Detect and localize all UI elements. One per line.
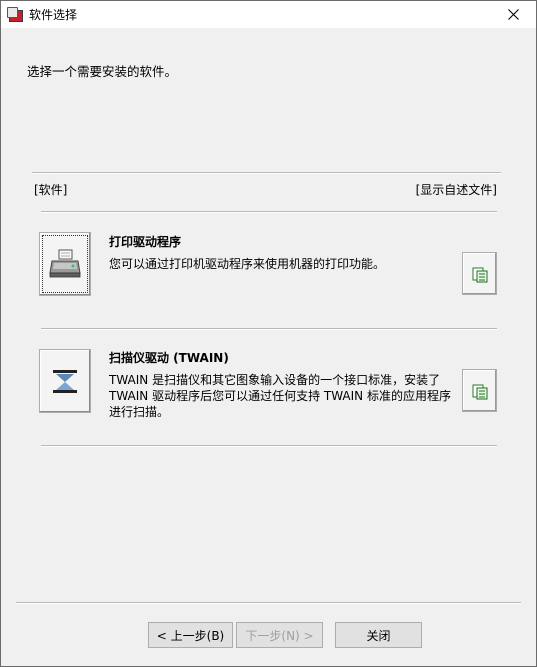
show-readme-header[interactable]: [显示自述文件]	[416, 181, 497, 198]
scanner-driver-description: TWAIN 是扫描仪和其它图象输入设备的一个接口标准，安装了 TWAIN 驱动程…	[109, 373, 451, 419]
divider	[32, 172, 501, 174]
printer-driver-description: 您可以通过打印机驱动程序来使用机器的打印功能。	[109, 257, 386, 271]
footer-divider	[16, 602, 521, 604]
app-icon	[7, 6, 23, 23]
close-icon	[507, 9, 519, 20]
scanner-driver-title: 扫描仪驱动 (TWAIN)	[109, 351, 229, 365]
printer-icon	[49, 249, 81, 278]
instruction-text: 选择一个需要安装的软件。	[27, 64, 178, 79]
printer-driver-title: 打印驱动程序	[109, 235, 182, 249]
title-bar: 软件选择	[1, 1, 536, 28]
next-button[interactable]: 下一步(N) >	[236, 622, 323, 648]
install-printer-driver-button[interactable]	[39, 232, 91, 296]
software-selection-window: 软件选择 选择一个需要安装的软件。 [软件] [显示自述文件] 打印驱动程序 您…	[0, 0, 537, 667]
software-column-header: [软件]	[34, 183, 68, 197]
window-title: 软件选择	[29, 8, 78, 22]
printer-driver-readme-button[interactable]	[462, 252, 497, 295]
scanner-driver-readme-button[interactable]	[462, 369, 497, 412]
divider	[41, 211, 497, 213]
divider	[41, 328, 497, 330]
close-button[interactable]: 关闭	[335, 622, 422, 648]
install-scanner-driver-button[interactable]	[39, 349, 91, 413]
document-icon	[472, 384, 487, 399]
document-icon	[472, 267, 487, 282]
back-button[interactable]: < 上一步(B)	[148, 622, 233, 648]
close-window-button[interactable]	[490, 1, 536, 28]
divider	[41, 445, 497, 447]
scanner-icon	[53, 370, 77, 393]
